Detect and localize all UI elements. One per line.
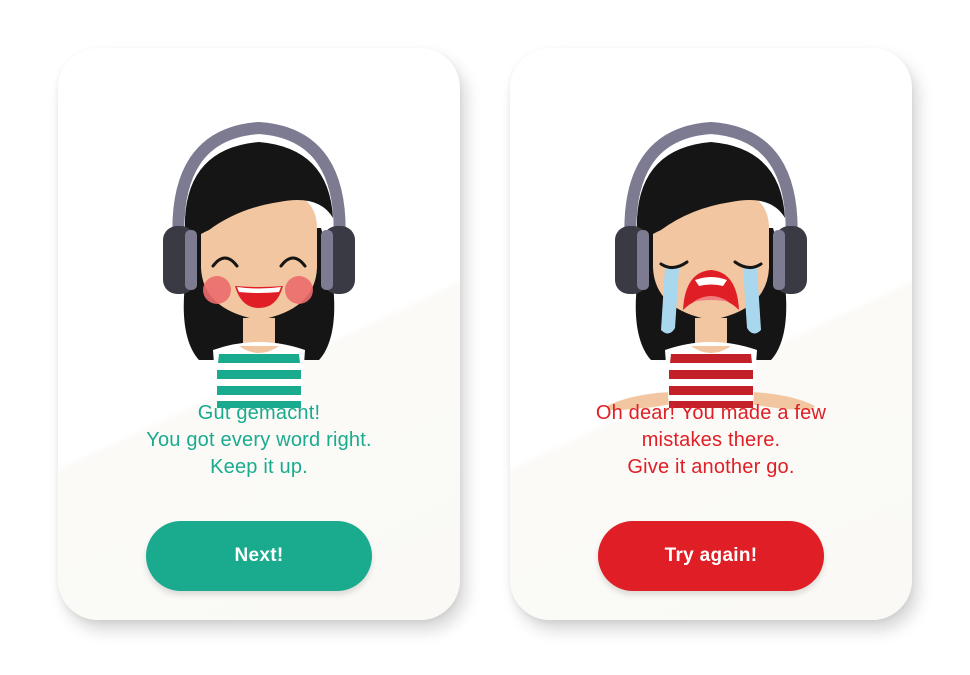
happy-avatar-icon	[163, 121, 355, 408]
success-message-line-1: Gut gemacht!	[197, 402, 321, 424]
next-button[interactable]: Next!	[146, 521, 372, 591]
fail-card: Oh dear! You made a few mistakes there. …	[510, 48, 912, 620]
fail-message-line-1: Oh dear! You made a few	[595, 402, 827, 424]
fail-message-line-2: mistakes there.	[641, 429, 781, 451]
crying-avatar-icon	[607, 121, 815, 410]
fail-message-line-3: Give it another go.	[627, 456, 795, 478]
success-card: Gut gemacht! You got every word right. K…	[58, 48, 460, 620]
fail-message: Oh dear! You made a few mistakes there. …	[510, 400, 912, 481]
success-message-line-3: Keep it up.	[210, 456, 308, 478]
success-message: Gut gemacht! You got every word right. K…	[58, 400, 460, 481]
try-again-button[interactable]: Try again!	[598, 521, 824, 591]
success-message-line-2: You got every word right.	[146, 429, 372, 451]
